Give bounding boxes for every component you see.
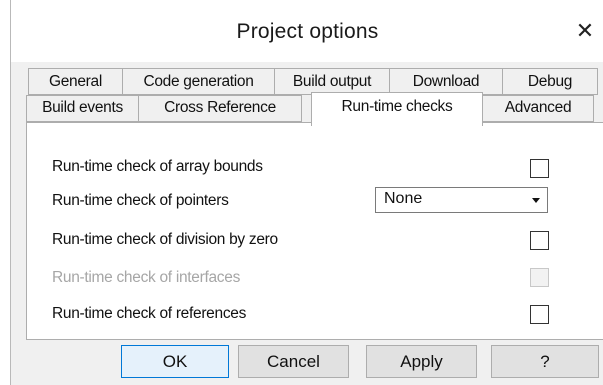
pointers-check-value: None	[384, 190, 423, 207]
tab-download[interactable]: Download	[389, 68, 503, 95]
ok-button[interactable]: OK	[121, 345, 229, 378]
references-checkbox[interactable]	[530, 305, 549, 324]
close-icon: ✕	[575, 18, 595, 43]
dialog-title: Project options	[236, 20, 379, 43]
help-button[interactable]: ?	[491, 345, 599, 378]
tab-run-time-checks[interactable]: Run-time checks	[311, 92, 483, 126]
interfaces-checkbox	[530, 268, 549, 287]
close-button[interactable]: ✕	[570, 16, 600, 46]
tab-advanced[interactable]: Advanced	[482, 95, 594, 122]
array-bounds-checkbox[interactable]	[530, 159, 549, 178]
tab-cross-reference[interactable]: Cross Reference	[138, 95, 302, 122]
tab-debug[interactable]: Debug	[502, 68, 598, 95]
project-options-dialog: Project options ✕ General Code generatio…	[10, 0, 603, 385]
array-bounds-label: Run-time check of array bounds	[52, 158, 263, 175]
title-bar: Project options ✕	[11, 0, 603, 62]
tab-build-output[interactable]: Build output	[274, 68, 390, 95]
pointers-check-select[interactable]: None	[375, 187, 548, 213]
run-time-checks-panel: Run-time check of array bounds Run-time …	[26, 122, 603, 340]
tab-general[interactable]: General	[28, 68, 123, 95]
interfaces-label: Run-time check of interfaces	[52, 269, 241, 286]
references-label: Run-time check of references	[52, 305, 247, 322]
tab-build-events[interactable]: Build events	[26, 95, 139, 122]
tab-code-generation[interactable]: Code generation	[122, 68, 275, 95]
pointers-label: Run-time check of pointers	[52, 192, 229, 209]
cancel-button[interactable]: Cancel	[238, 345, 349, 378]
division-by-zero-checkbox[interactable]	[530, 231, 549, 250]
apply-button[interactable]: Apply	[366, 345, 477, 378]
dropdown-arrow-icon	[532, 198, 540, 203]
division-by-zero-label: Run-time check of division by zero	[52, 231, 278, 248]
